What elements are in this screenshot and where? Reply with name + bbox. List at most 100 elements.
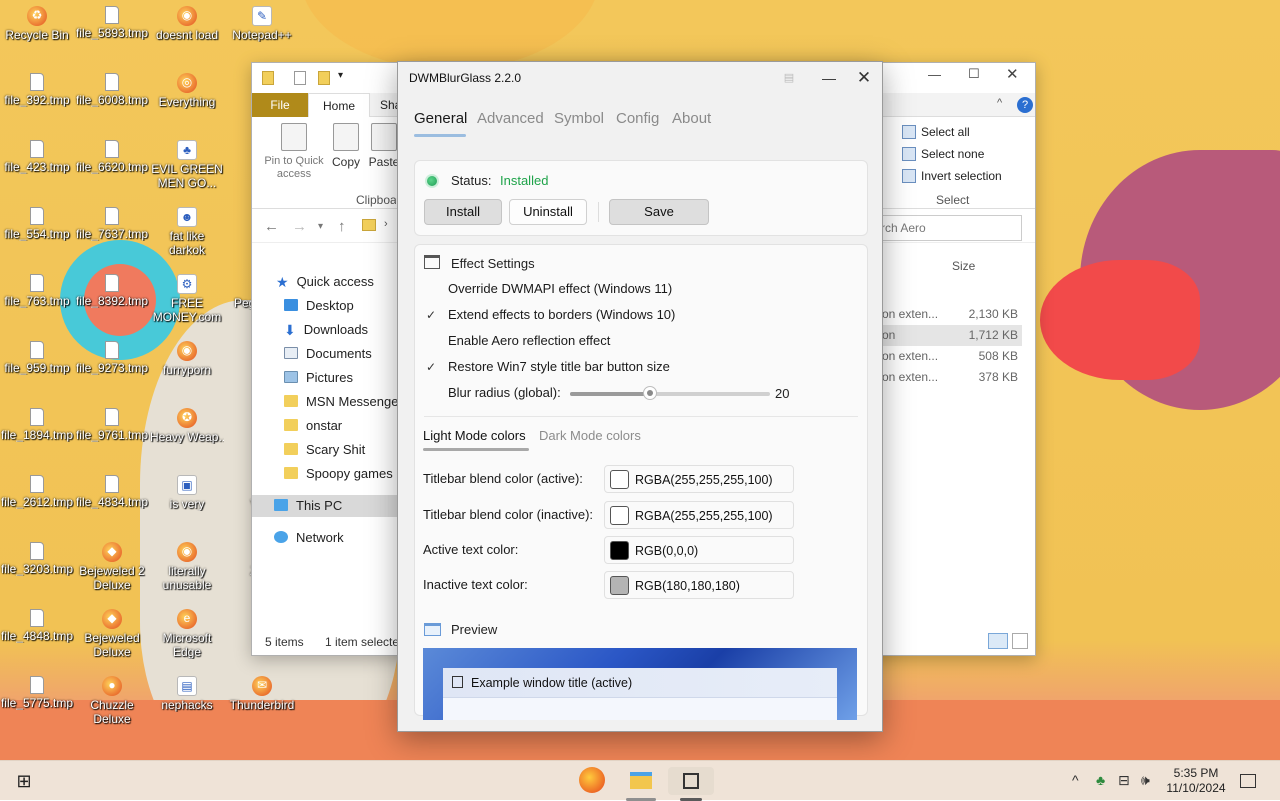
tray-app-icon[interactable]: ♣	[1096, 772, 1105, 788]
desktop-icon[interactable]: ◉ literally unusable	[150, 542, 224, 592]
system-clock[interactable]: 5:35 PM 11/10/2024	[1156, 766, 1236, 796]
tiles-view-icon[interactable]	[1012, 633, 1028, 649]
desktop-icon[interactable]: ♣ EVIL GREEN MEN GO...	[150, 140, 224, 190]
tab-advanced[interactable]: Advanced	[477, 110, 544, 127]
desktop-icon[interactable]: ✪ Heavy Weap...	[150, 408, 224, 444]
minimize-button[interactable]: —	[928, 67, 941, 82]
desktop-icon[interactable]: file_392.tmp	[0, 73, 74, 107]
desktop-icon[interactable]: ◉ doesnt load	[150, 6, 224, 42]
file-explorer-icon[interactable]	[627, 767, 655, 795]
color-swatch[interactable]	[610, 506, 629, 525]
desktop-icon[interactable]: file_423.tmp	[0, 140, 74, 174]
details-view-icon[interactable]	[988, 633, 1008, 649]
notification-icon[interactable]	[1240, 774, 1256, 788]
dwmblurglass-taskbar-icon[interactable]	[668, 767, 714, 795]
pin-quick-access-button[interactable]: Pin to Quick access	[258, 123, 330, 181]
color-picker-field[interactable]: RGBA(255,255,255,100)	[604, 501, 794, 529]
desktop-icon[interactable]: file_554.tmp	[0, 207, 74, 241]
desktop-icon[interactable]: e Microsoft Edge	[150, 609, 224, 659]
color-swatch[interactable]	[610, 541, 629, 560]
desktop-icon[interactable]: file_2612.tmp	[0, 475, 74, 509]
desktop-icon[interactable]: file_5893.tmp	[75, 6, 149, 40]
desktop-icon[interactable]: file_6620.tmp	[75, 140, 149, 174]
chevron-down-icon[interactable]: ▾	[338, 70, 343, 81]
desktop-icon[interactable]: file_763.tmp	[0, 274, 74, 308]
tab-dark-mode-colors[interactable]: Dark Mode colors	[539, 428, 641, 443]
forward-arrow-icon[interactable]: →	[292, 218, 307, 235]
paste-button[interactable]: Paste	[368, 123, 400, 169]
network-icon[interactable]: ⊟	[1118, 772, 1130, 789]
tab-light-mode-colors[interactable]: Light Mode colors	[423, 428, 526, 443]
desktop-icon[interactable]: file_4834.tmp	[75, 475, 149, 509]
tab-general[interactable]: General	[414, 110, 467, 127]
back-arrow-icon[interactable]: ←	[264, 218, 279, 235]
desktop-icon[interactable]: file_8392.tmp	[75, 274, 149, 308]
checkmark-icon[interactable]: ✓	[424, 308, 438, 322]
color-picker-field[interactable]: RGB(0,0,0)	[604, 536, 794, 564]
blur-radius-slider-thumb[interactable]	[643, 386, 657, 400]
table-row[interactable]: on exten... 508 KB	[882, 346, 1022, 367]
desktop-icon[interactable]: ▤ nephacks	[150, 676, 224, 712]
search-input[interactable]: rch Aero	[872, 215, 1022, 241]
desktop-icon[interactable]: ⚙ FREE MONEY.com	[150, 274, 224, 324]
address-folder-icon[interactable]	[362, 219, 376, 231]
windows-start-icon[interactable]: ⊞	[10, 767, 38, 795]
properties-icon[interactable]	[294, 71, 306, 85]
chevron-up-icon[interactable]: ^	[997, 97, 1002, 109]
desktop-icon[interactable]: ● Chuzzle Deluxe	[75, 676, 149, 726]
uninstall-button[interactable]: Uninstall	[509, 199, 587, 225]
tab-config[interactable]: Config	[616, 110, 659, 127]
chevron-up-icon[interactable]: ^	[1072, 772, 1079, 788]
desktop-icon[interactable]: ✎ Notepad++	[225, 6, 299, 42]
desktop-icon[interactable]: ▣ is very	[150, 475, 224, 511]
table-row[interactable]: on exten... 2,130 KB	[882, 304, 1022, 325]
close-button[interactable]: ✕	[1006, 65, 1019, 83]
save-button[interactable]: Save	[609, 199, 709, 225]
color-swatch[interactable]	[610, 576, 629, 595]
desktop-icon[interactable]: file_1894.tmp	[0, 408, 74, 442]
desktop-icon[interactable]: file_5775.tmp	[0, 676, 74, 710]
tab-symbol[interactable]: Symbol	[554, 110, 604, 127]
maximize-button[interactable]: ☐	[968, 66, 980, 82]
invert-selection-button[interactable]: Invert selection	[902, 169, 1002, 183]
checkbox-icon[interactable]	[424, 282, 438, 296]
minimize-button[interactable]: —	[814, 66, 844, 90]
help-icon[interactable]: ?	[1017, 97, 1033, 113]
install-button[interactable]: Install	[424, 199, 502, 225]
desktop-icon[interactable]: file_3203.tmp	[0, 542, 74, 576]
tab-about[interactable]: About	[672, 110, 711, 127]
volume-icon[interactable]: 🕪	[1141, 772, 1150, 789]
checkmark-icon[interactable]: ✓	[424, 360, 438, 374]
nav-item-this-pc[interactable]: This PC	[252, 495, 400, 517]
recent-chevron-icon[interactable]: ▾	[318, 221, 323, 232]
desktop-icon[interactable]: ◆ Bejeweled Deluxe	[75, 609, 149, 659]
table-row[interactable]: on 1,712 KB	[882, 325, 1022, 346]
desktop-icon[interactable]: ☻ fat like darkok	[150, 207, 224, 257]
close-button[interactable]: ✕	[849, 66, 879, 90]
desktop-icon[interactable]: file_9761.tmp	[75, 408, 149, 442]
size-column-header[interactable]: Size	[952, 259, 975, 273]
desktop-icon[interactable]: file_6008.tmp	[75, 73, 149, 107]
desktop-icon[interactable]: ◆ Bejeweled 2 Deluxe	[75, 542, 149, 592]
copy-button[interactable]: Copy	[326, 123, 366, 169]
blur-radius-slider-track[interactable]	[570, 392, 770, 396]
tab-file[interactable]: File	[252, 93, 308, 117]
select-all-button[interactable]: Select all	[902, 125, 970, 139]
new-folder-icon[interactable]	[318, 71, 330, 85]
checkbox-icon[interactable]	[424, 334, 438, 348]
table-row[interactable]: on exten... 378 KB	[882, 367, 1022, 388]
desktop-icon[interactable]: file_4848.tmp	[0, 609, 74, 643]
up-arrow-icon[interactable]: ↑	[338, 218, 346, 235]
checkbox-icon[interactable]	[424, 386, 438, 400]
desktop-icon[interactable]: file_7637.tmp	[75, 207, 149, 241]
desktop-icon[interactable]: ◉ furryporn	[150, 341, 224, 377]
desktop-icon[interactable]: ◎ Everything	[150, 73, 224, 109]
desktop-icon[interactable]: file_9273.tmp	[75, 341, 149, 375]
select-none-button[interactable]: Select none	[902, 147, 984, 161]
desktop-icon[interactable]: file_959.tmp	[0, 341, 74, 375]
pin-window-icon[interactable]: ▤	[774, 66, 804, 90]
color-picker-field[interactable]: RGB(180,180,180)	[604, 571, 794, 599]
color-swatch[interactable]	[610, 470, 629, 489]
desktop-icon[interactable]: ✉ Thunderbird	[225, 676, 299, 712]
desktop-icon[interactable]: ♻ Recycle Bin	[0, 6, 74, 42]
